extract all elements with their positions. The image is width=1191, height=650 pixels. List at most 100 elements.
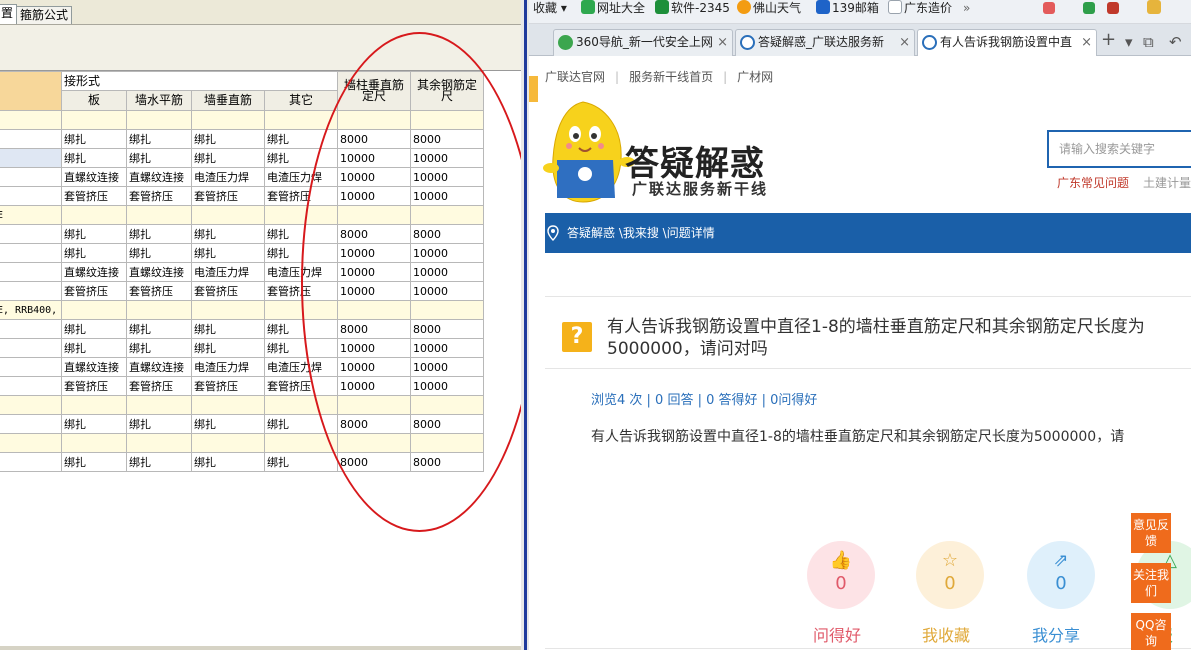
table-cell[interactable]: 绑扎 [126, 452, 192, 472]
table-row[interactable]: 直螺纹连接 直螺纹连接 电渣压力焊 电渣压力焊 10000 10000 [0, 262, 484, 282]
share-button[interactable]: ⇗ 0 [1027, 541, 1095, 609]
table-cell[interactable]: 直螺纹连接 [61, 167, 127, 187]
table-cell[interactable]: 绑扎 [126, 224, 192, 244]
breadcrumb[interactable]: 答疑解惑 \我来搜 \问题详情 [567, 226, 715, 240]
table-cell[interactable]: 电渣压力焊 [191, 262, 265, 282]
share-label[interactable]: 我分享 [1032, 622, 1080, 646]
table-row[interactable]: 绑扎 绑扎 绑扎 绑扎 8000 8000 [0, 452, 484, 472]
table-cell[interactable]: 绑扎 [264, 338, 338, 358]
table-cell[interactable]: 10000 [337, 281, 411, 301]
bookmark-favorites[interactable]: 收藏 ▾ [533, 0, 567, 16]
table-row[interactable]: 绑扎 绑扎 绑扎 绑扎 8000 8000 [0, 319, 484, 339]
table-row[interactable]: 套管挤压 套管挤压 套管挤压 套管挤压 10000 10000 [0, 376, 484, 396]
hot-link-guangdong[interactable]: 广东常见问题 [1057, 174, 1129, 191]
table-cell[interactable]: 绑扎 [191, 319, 265, 339]
table-cell[interactable] [191, 205, 265, 225]
table-cell[interactable]: 套管挤压 [126, 186, 192, 206]
tab-question-detail[interactable]: 有人告诉我钢筋设置中直 × [917, 29, 1097, 57]
table-cell[interactable]: 套管挤压 [126, 281, 192, 301]
row-label-cell[interactable] [0, 243, 62, 263]
table-cell[interactable]: 10000 [337, 338, 411, 358]
bookmark-139mail[interactable]: 139邮箱 [816, 0, 879, 16]
restore-tab-icon[interactable]: ⧉ [1143, 32, 1154, 52]
table-cell[interactable]: 绑扎 [61, 452, 127, 472]
ask-good-button[interactable]: 👍 0 [807, 541, 875, 609]
table-cell[interactable]: 直螺纹连接 [126, 262, 192, 282]
table-cell[interactable]: 8000 [337, 224, 411, 244]
table-cell[interactable]: 绑扎 [126, 414, 192, 434]
table-row[interactable]: 绑扎 绑扎 绑扎 绑扎 8000 8000 [0, 414, 484, 434]
favorite-label[interactable]: 我收藏 [922, 622, 970, 646]
table-cell[interactable]: 绑扎 [191, 224, 265, 244]
table-cell[interactable]: 10000 [410, 186, 484, 206]
table-cell[interactable]: 8000 [410, 129, 484, 149]
table-cell[interactable] [264, 433, 338, 453]
table-cell[interactable]: 套管挤压 [61, 376, 127, 396]
bookmark-weather[interactable]: 佛山天气 [737, 0, 801, 16]
table-cell[interactable] [410, 433, 484, 453]
table-cell[interactable]: 10000 [410, 357, 484, 377]
table-cell[interactable] [61, 433, 127, 453]
table-cell[interactable]: 10000 [337, 243, 411, 263]
table-cell[interactable]: 直螺纹连接 [126, 357, 192, 377]
table-cell[interactable]: 绑扎 [126, 338, 192, 358]
hot-link-civil-measure[interactable]: 土建计量 [1143, 174, 1191, 191]
table-cell[interactable] [126, 395, 192, 415]
table-cell[interactable]: 10000 [337, 357, 411, 377]
table-cell[interactable]: 套管挤压 [126, 376, 192, 396]
favorite-button[interactable]: ☆ 0 [916, 541, 984, 609]
table-cell[interactable]: 10000 [410, 376, 484, 396]
table-group-row[interactable]: E [0, 205, 484, 225]
search-input[interactable] [1049, 132, 1191, 166]
tab-list-icon[interactable]: ▾ [1125, 32, 1133, 52]
table-cell[interactable]: 绑扎 [264, 319, 338, 339]
apps-icon[interactable] [1043, 0, 1057, 16]
tab-360-navigation[interactable]: 360导航_新一代安全上网 × [553, 29, 733, 56]
table-cell[interactable]: 绑扎 [191, 148, 265, 168]
table-cell[interactable]: 10000 [337, 262, 411, 282]
row-label-cell[interactable] [0, 167, 62, 187]
bookmark-gd-cost[interactable]: 广东造价 [888, 0, 952, 16]
pdf-icon[interactable] [1107, 0, 1121, 16]
table-cell[interactable] [264, 110, 338, 130]
table-cell[interactable]: 绑扎 [61, 414, 127, 434]
bookmark-2345[interactable]: 软件-2345 [655, 0, 730, 16]
table-cell[interactable] [410, 395, 484, 415]
row-label-cell[interactable] [0, 433, 62, 453]
table-row[interactable]: 直螺纹连接 直螺纹连接 电渣压力焊 电渣压力焊 10000 10000 [0, 167, 484, 187]
table-cell[interactable]: 绑扎 [61, 338, 127, 358]
table-cell[interactable]: 绑扎 [191, 414, 265, 434]
table-cell[interactable]: 绑扎 [191, 452, 265, 472]
row-label-cell[interactable] [0, 281, 62, 301]
table-group-row[interactable] [0, 433, 484, 453]
table-cell[interactable]: 电渣压力焊 [264, 262, 338, 282]
table-cell[interactable] [61, 395, 127, 415]
table-row[interactable]: 绑扎 绑扎 绑扎 绑扎 10000 10000 [0, 148, 484, 168]
book-icon[interactable] [1083, 0, 1097, 16]
table-cell[interactable]: 绑扎 [264, 224, 338, 244]
table-cell[interactable]: 绑扎 [264, 243, 338, 263]
table-cell[interactable]: 8000 [410, 319, 484, 339]
table-cell[interactable] [337, 433, 411, 453]
table-cell[interactable]: 直螺纹连接 [126, 167, 192, 187]
table-cell[interactable]: 套管挤压 [264, 376, 338, 396]
table-cell[interactable]: 8000 [337, 452, 411, 472]
follow-us-button[interactable]: 关注我们 [1131, 563, 1171, 603]
row-label-cell[interactable] [0, 376, 62, 396]
table-cell[interactable] [264, 205, 338, 225]
table-cell[interactable] [126, 433, 192, 453]
table-group-row[interactable]: E, RRB400, [0, 300, 484, 320]
table-cell[interactable]: 10000 [337, 148, 411, 168]
row-label-cell[interactable] [0, 148, 62, 168]
table-cell[interactable]: 绑扎 [191, 129, 265, 149]
table-cell[interactable] [337, 110, 411, 130]
table-cell[interactable] [337, 300, 411, 320]
table-row[interactable]: 套管挤压 套管挤压 套管挤压 套管挤压 10000 10000 [0, 186, 484, 206]
row-label-cell[interactable] [0, 357, 62, 377]
table-cell[interactable]: 绑扎 [61, 224, 127, 244]
table-cell[interactable] [191, 395, 265, 415]
table-cell[interactable] [191, 300, 265, 320]
row-label-cell[interactable] [0, 110, 62, 130]
table-cell[interactable]: 10000 [337, 167, 411, 187]
row-label-cell[interactable] [0, 262, 62, 282]
